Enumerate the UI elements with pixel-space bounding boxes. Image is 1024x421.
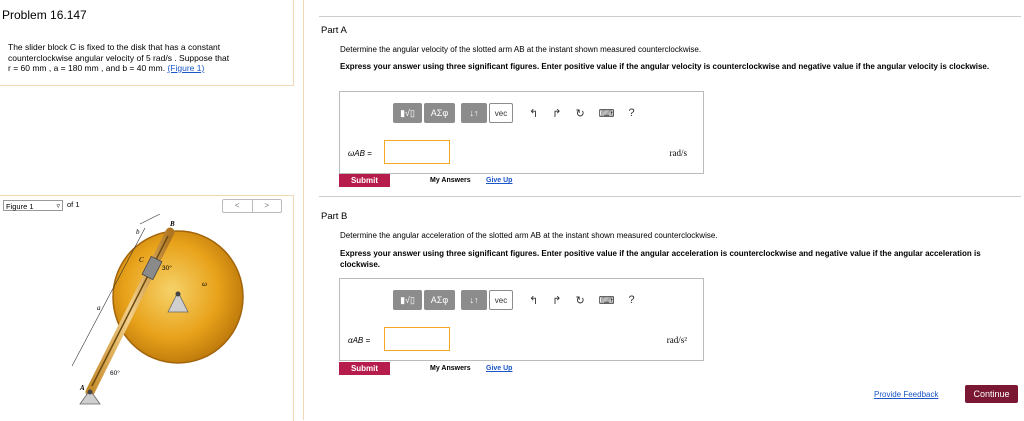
figure-select-value: Figure 1 (6, 202, 34, 211)
part-b-question: Determine the angular acceleration of th… (340, 231, 718, 240)
keyboard-icon[interactable]: ⌨ (599, 107, 615, 120)
part-b-title: Part B (321, 211, 348, 222)
mechanism-figure: B b C 30° ω a A 60° (71, 214, 244, 405)
continue-button[interactable]: Continue (965, 385, 1018, 403)
figure-link[interactable]: (Figure 1) (167, 63, 204, 73)
figure-panel: Figure 1 ▿ of 1 < > B b C 30° ω a A 60° (0, 195, 294, 421)
part-a-instruction: Express your answer using three signific… (340, 62, 990, 71)
label-C: C (139, 256, 144, 264)
label-60deg: 60° (110, 369, 120, 377)
help-icon[interactable]: ? (629, 294, 635, 306)
panel-divider (303, 0, 304, 420)
figure-nav: < > (222, 199, 282, 213)
part-a-unit: rad/s (669, 148, 688, 158)
disk-pin (175, 291, 181, 297)
help-icon[interactable]: ? (629, 107, 635, 119)
part-b-toolbar: ▮√▯ ΑΣφ ↓↑ vec ↰ ↱ ↻ ⌨ ? (393, 290, 635, 310)
problem-statement-box: Problem 16.147 The slider block C is fix… (0, 0, 294, 86)
problem-panel: Problem 16.147 The slider block C is fix… (0, 0, 294, 421)
problem-text-line2: counterclockwise angular velocity of 5 r… (8, 52, 230, 63)
part-b-answer-box: ▮√▯ ΑΣφ ↓↑ vec ↰ ↱ ↻ ⌨ ? αAB = rad/s² (339, 278, 704, 361)
part-b-give-up-link[interactable]: Give Up (486, 365, 512, 372)
part-a-title: Part A (321, 25, 347, 36)
arrows-button[interactable]: ↓↑ (461, 103, 487, 123)
figure-select[interactable]: Figure 1 ▿ (3, 200, 63, 211)
chevron-down-icon: ▿ (56, 203, 60, 210)
redo-icon[interactable]: ↱ (552, 294, 561, 307)
greek-symbols-button[interactable]: ΑΣφ (424, 103, 455, 123)
label-30deg: 30° (162, 264, 172, 272)
part-a-give-up-link[interactable]: Give Up (486, 177, 512, 184)
arrows-button[interactable]: ↓↑ (461, 290, 487, 310)
part-b-unit: rad/s² (666, 335, 687, 345)
part-a-toolbar: ▮√▯ ΑΣφ ↓↑ vec ↰ ↱ ↻ ⌨ ? (393, 103, 635, 123)
reset-icon[interactable]: ↻ (575, 294, 584, 307)
templates-button[interactable]: ▮√▯ (393, 103, 422, 123)
problem-text-line3: r = 60 mm , a = 180 mm , and b = 40 mm. (8, 63, 166, 73)
part-b-answer-label: αAB = (348, 336, 371, 345)
greek-symbols-button[interactable]: ΑΣφ (424, 290, 455, 310)
next-figure-button[interactable]: > (253, 200, 282, 212)
dimension-b-line (139, 214, 161, 225)
label-a: a (97, 304, 101, 312)
part-b-submit-button[interactable]: Submit (339, 362, 390, 375)
reset-icon[interactable]: ↻ (575, 107, 584, 120)
part-a-rule (319, 16, 1021, 17)
label-b: b (136, 228, 140, 236)
problem-title: Problem 16.147 (2, 8, 87, 22)
part-b-answer-input[interactable] (384, 327, 450, 351)
problem-text: The slider block C is fixed to the disk … (8, 42, 288, 74)
undo-icon[interactable]: ↰ (529, 107, 538, 120)
vector-button[interactable]: vec (489, 290, 513, 310)
figure-count: of 1 (67, 200, 80, 209)
vector-button[interactable]: vec (489, 103, 513, 123)
part-b-rule (319, 196, 1021, 197)
part-b-my-answers-link[interactable]: My Answers (430, 365, 471, 372)
templates-button[interactable]: ▮√▯ (393, 290, 422, 310)
part-b-instruction: Express your answer using three signific… (340, 249, 981, 269)
part-a-my-answers-link[interactable]: My Answers (430, 177, 471, 184)
provide-feedback-link[interactable]: Provide Feedback (874, 390, 938, 399)
label-omega: ω (202, 280, 207, 288)
part-a-question: Determine the angular velocity of the sl… (340, 45, 702, 54)
pivot-a-pin (87, 389, 93, 395)
part-a-answer-input[interactable] (384, 140, 450, 164)
keyboard-icon[interactable]: ⌨ (599, 294, 615, 307)
problem-text-line1: The slider block C is fixed to the disk … (8, 42, 221, 52)
label-B: B (169, 220, 175, 228)
redo-icon[interactable]: ↱ (552, 107, 561, 120)
label-A: A (79, 384, 85, 392)
undo-icon[interactable]: ↰ (529, 294, 538, 307)
part-a-submit-button[interactable]: Submit (339, 174, 390, 187)
part-a-answer-label: ωAB = (348, 149, 372, 158)
part-a-answer-box: ▮√▯ ΑΣφ ↓↑ vec ↰ ↱ ↻ ⌨ ? ωAB = rad/s (339, 91, 704, 174)
prev-figure-button[interactable]: < (223, 200, 253, 212)
